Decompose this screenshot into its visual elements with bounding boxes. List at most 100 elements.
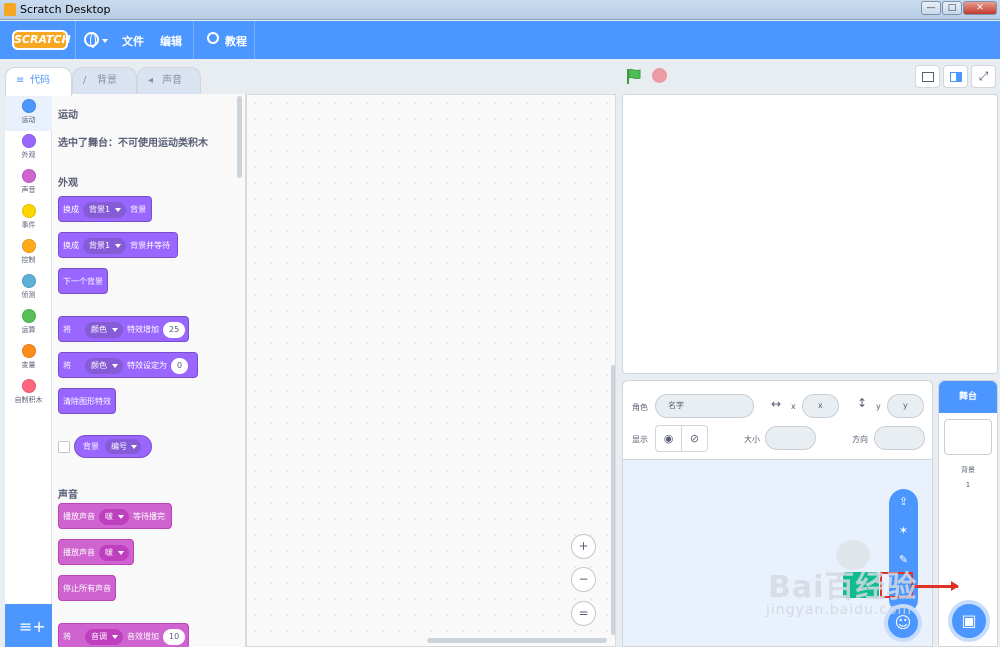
menu-bar: SCRATCH 文件 编辑 教程 [0, 21, 1000, 59]
large-stage-icon [950, 72, 962, 82]
effect-dropdown[interactable]: 颜色 [85, 322, 123, 338]
workspace-vertical-scrollbar[interactable] [611, 365, 615, 635]
category-control[interactable]: 控制 [5, 236, 52, 271]
number-name-dropdown[interactable]: 编号 [105, 439, 141, 454]
surprise-icon[interactable]: ✶ [896, 523, 911, 538]
add-extension-icon: ≡+ [19, 617, 46, 636]
backdrop-reporter-checkbox[interactable] [58, 441, 70, 453]
workspace-horizontal-scrollbar[interactable] [427, 638, 607, 643]
stop-button[interactable] [652, 68, 667, 83]
close-button[interactable]: ✕ [963, 1, 997, 15]
y-field[interactable]: y [887, 394, 924, 418]
block-clear-effects[interactable]: 清除图形特效 [58, 388, 116, 414]
sound-dropdown[interactable]: 啵 [99, 509, 129, 525]
lightbulb-icon [207, 32, 219, 44]
category-my-blocks[interactable]: 自制积木 [5, 376, 52, 411]
block-text: 换成 [63, 205, 79, 214]
effect-value-input[interactable]: 0 [171, 358, 189, 374]
effect-dropdown[interactable]: 颜色 [85, 358, 123, 374]
size-label: 大小 [744, 435, 760, 444]
tab-label: 背景 [97, 75, 117, 86]
category-label: 声音 [21, 186, 36, 194]
x-label: x [791, 402, 796, 411]
globe-icon[interactable] [84, 32, 99, 48]
block-text: 音效增加 [127, 632, 159, 641]
menu-tutorials[interactable]: 教程 [225, 33, 247, 49]
large-stage-button[interactable] [943, 65, 968, 88]
block-play-sound-until-done[interactable]: 播放声音啵等待播完 [58, 503, 172, 529]
block-start-sound[interactable]: 播放声音啵 [58, 539, 134, 565]
zoom-out-icon: − [578, 572, 589, 586]
control-category-icon [21, 239, 36, 253]
scratch-logo[interactable]: SCRATCH [12, 30, 71, 50]
size-field[interactable] [765, 426, 816, 450]
block-set-effect[interactable]: 将 颜色 特效设定为 0 [58, 352, 198, 378]
backdrop-dropdown[interactable]: 背景1 [83, 202, 127, 218]
script-workspace[interactable]: + − = [246, 94, 616, 647]
block-next-backdrop[interactable]: 下一个背景 [58, 268, 108, 294]
block-change-effect[interactable]: 将 颜色 特效增加 25 [58, 316, 189, 342]
palette-scrollbar[interactable] [237, 96, 242, 178]
hide-sprite-button[interactable]: ⊘ [681, 425, 708, 452]
menu-file[interactable]: 文件 [122, 33, 144, 49]
category-variables[interactable]: 变量 [5, 341, 52, 376]
zoom-in-button[interactable]: + [571, 534, 596, 559]
category-label: 控制 [21, 256, 36, 264]
sound-effect-amount-input[interactable]: 10 [163, 629, 186, 645]
block-text: 特效设定为 [127, 361, 167, 370]
backdrops-count: 1 [965, 481, 971, 489]
category-looks[interactable]: 外观 [5, 131, 52, 166]
tab-sounds[interactable]: ◂ 声音 [137, 67, 201, 95]
block-switch-backdrop-wait[interactable]: 换成 背景1 背景并等待 [58, 232, 178, 258]
category-label: 自制积木 [14, 396, 43, 404]
section-title-looks: 外观 [58, 178, 78, 189]
zoom-out-button[interactable]: − [571, 567, 596, 592]
motion-disabled-note: 选中了舞台：不可使用运动类积木 [58, 138, 208, 149]
block-text: 背景 [130, 205, 147, 214]
events-category-icon [21, 204, 36, 218]
backdrop-dropdown[interactable]: 背景1 [83, 238, 127, 254]
backdrops-label: 背景 [961, 466, 975, 474]
watermark: Bai百经验 jingyan.baidu.com [758, 540, 948, 624]
sprite-name-field[interactable]: 名字 [655, 394, 754, 418]
tab-backdrops[interactable]: / 背景 [72, 67, 137, 95]
direction-field[interactable] [874, 426, 925, 450]
small-stage-button[interactable] [915, 65, 940, 88]
block-text: 播放声音 [63, 548, 95, 557]
watermark-url: jingyan.baidu.com [766, 602, 913, 618]
show-sprite-button[interactable]: ◉ [655, 425, 682, 452]
category-operators[interactable]: 运算 [5, 306, 52, 341]
stage-thumbnail[interactable] [944, 419, 992, 455]
backdrop-image-icon: ▣ [961, 611, 977, 630]
x-field[interactable]: x [802, 394, 839, 418]
category-motion[interactable]: 运动 [5, 96, 52, 131]
block-text: 特效增加 [127, 325, 159, 334]
block-text: 清除图形特效 [63, 397, 111, 406]
minimize-button[interactable]: — [921, 1, 941, 15]
fullscreen-button[interactable]: ⤢ [971, 65, 996, 88]
tab-code[interactable]: ≡ 代码 [5, 67, 72, 96]
stage-panel-title: 舞台 [939, 381, 997, 413]
sound-effect-dropdown[interactable]: 音调 [85, 629, 123, 645]
block-text: 下一个背景 [63, 277, 103, 286]
stage-canvas[interactable] [622, 94, 998, 374]
block-palette: 运动 选中了舞台：不可使用运动类积木 外观 换成 背景1 背景 换成 背景1 背景并等待… [52, 94, 246, 647]
block-switch-backdrop[interactable]: 换成 背景1 背景 [58, 196, 152, 222]
block-text: 停止所有声音 [63, 584, 111, 593]
category-sensing[interactable]: 侦测 [5, 271, 52, 306]
block-change-sound-effect[interactable]: 将 音调 音效增加 10 [58, 623, 189, 647]
add-extension-button[interactable]: ≡+ [5, 604, 52, 647]
block-backdrop-number-reporter[interactable]: 背景 编号 [74, 435, 152, 458]
green-flag-icon[interactable] [626, 68, 642, 84]
menu-edit[interactable]: 编辑 [160, 33, 182, 49]
category-menu: 运动 外观 声音 事件 控制 侦测 运算 变量 自制积木 [5, 94, 52, 604]
category-events[interactable]: 事件 [5, 201, 52, 236]
effect-amount-input[interactable]: 25 [163, 322, 186, 338]
sound-dropdown[interactable]: 啵 [99, 545, 129, 561]
choose-backdrop-button[interactable]: ▣ [948, 600, 990, 642]
zoom-reset-button[interactable]: = [571, 601, 596, 626]
category-sound[interactable]: 声音 [5, 166, 52, 201]
block-stop-all-sounds[interactable]: 停止所有声音 [58, 575, 116, 601]
maximize-button[interactable]: □ [942, 1, 962, 15]
upload-icon[interactable]: ⇪ [896, 494, 911, 509]
